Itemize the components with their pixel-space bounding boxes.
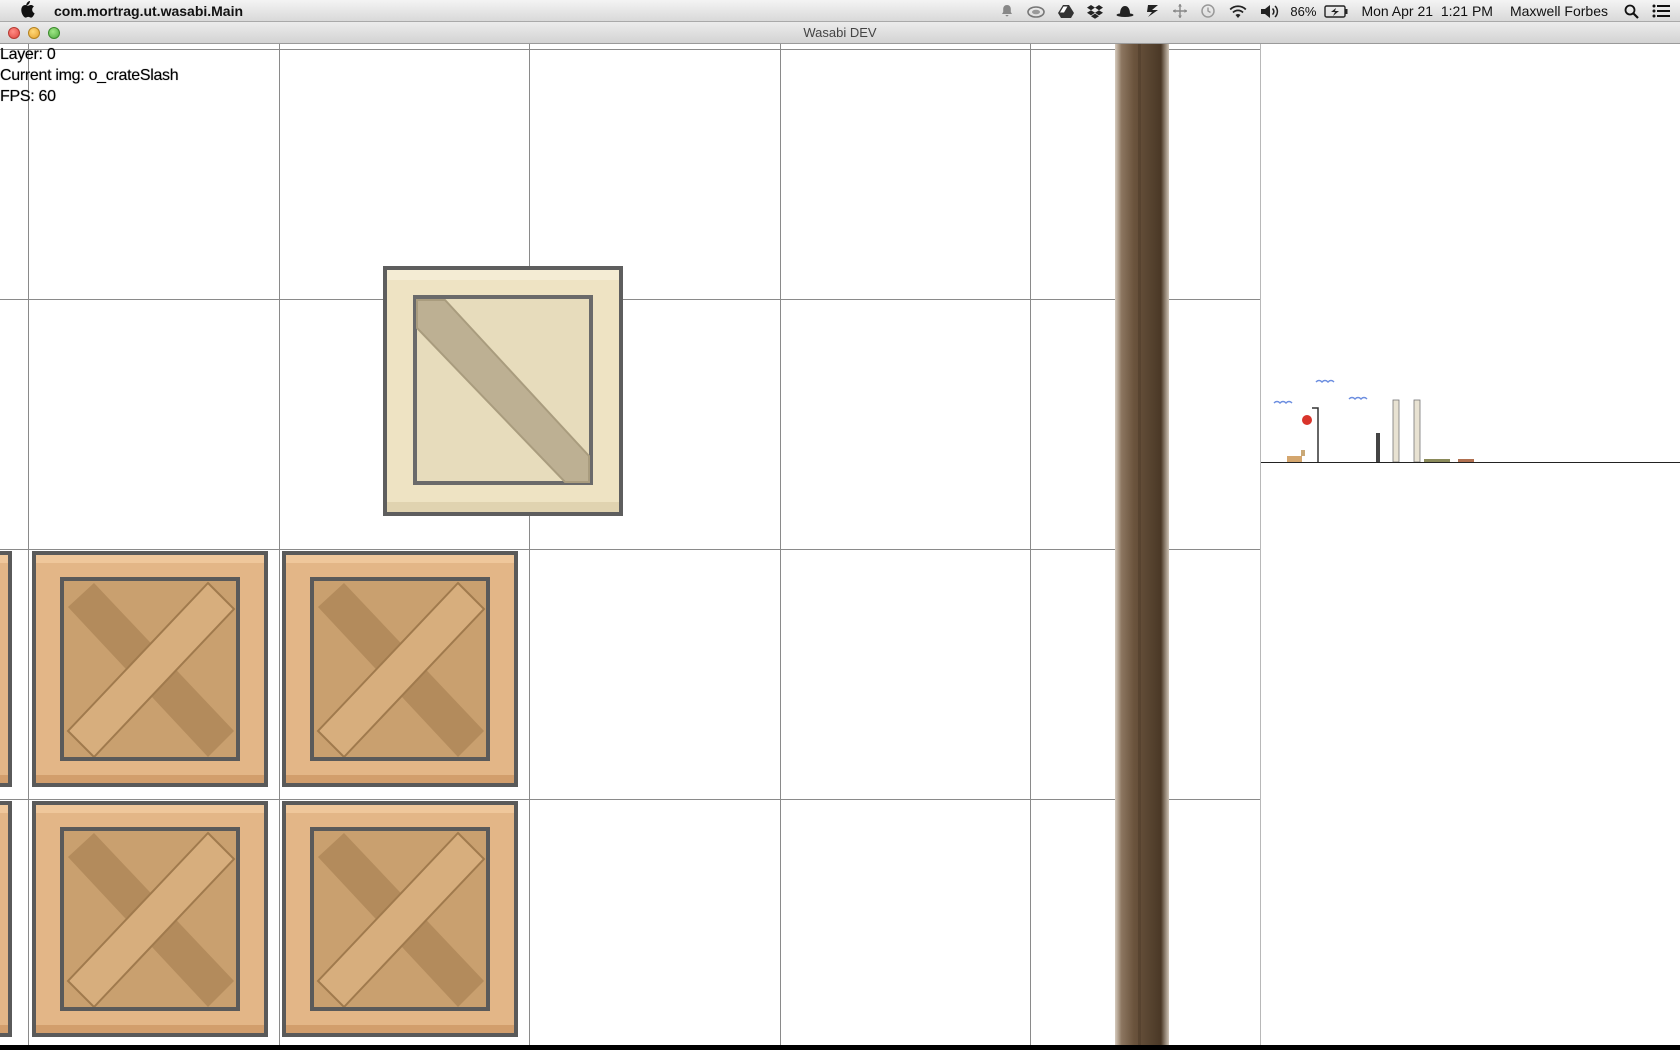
window-titlebar[interactable]: Wasabi DEV: [0, 22, 1680, 44]
hud-layer: Layer: 0: [0, 46, 56, 63]
lightning-icon[interactable]: [1140, 0, 1166, 22]
spotlight-icon[interactable]: [1615, 0, 1648, 22]
crate[interactable]: [32, 551, 268, 787]
crate[interactable]: [0, 801, 12, 1037]
move-icon[interactable]: [1166, 0, 1194, 22]
debug-hud: Layer: 0 Current img: o_crateSlash FPS: …: [0, 44, 179, 107]
wooden-post[interactable]: [1115, 44, 1169, 1045]
crate[interactable]: [282, 551, 518, 787]
level-view[interactable]: [0, 44, 1260, 1045]
app-name[interactable]: com.mortrag.ut.wasabi.Main: [54, 3, 243, 19]
time-machine-icon[interactable]: [1194, 0, 1222, 22]
minimap-pillars: [1376, 399, 1421, 463]
menubar-user[interactable]: Maxwell Forbes: [1500, 3, 1615, 19]
minimap-clouds: [1273, 379, 1368, 405]
wifi-icon[interactable]: [1222, 0, 1254, 22]
game-canvas[interactable]: Layer: 0 Current img: o_crateSlash FPS: …: [0, 44, 1260, 1045]
dropbox-icon[interactable]: [1080, 0, 1110, 22]
cloud-app-icon[interactable]: [1020, 0, 1052, 22]
menu-bar: com.mortrag.ut.wasabi.Main 86% Mon Apr 2…: [0, 0, 1680, 22]
volume-icon[interactable]: [1254, 0, 1286, 22]
crate[interactable]: [282, 801, 518, 1037]
battery-icon[interactable]: [1318, 0, 1354, 22]
crate-slash-preview[interactable]: [383, 266, 623, 516]
minimap-platforms: [1424, 459, 1474, 462]
notification-center-icon[interactable]: [1648, 0, 1680, 22]
menubar-clock[interactable]: Mon Apr 21 1:21 PM: [1354, 3, 1500, 19]
apple-icon[interactable]: [0, 0, 54, 22]
minimap[interactable]: [1260, 44, 1680, 1045]
battery-percent: 86%: [1290, 3, 1317, 19]
minimap-view: [1261, 379, 1680, 463]
hud-current-image: Current img: o_crateSlash: [0, 67, 179, 84]
google-drive-icon[interactable]: [1052, 0, 1080, 22]
window-title: Wasabi DEV: [803, 25, 877, 40]
window-bottom-edge: [0, 1045, 1680, 1050]
minimap-crates: [1287, 450, 1305, 462]
crate[interactable]: [32, 801, 268, 1037]
hud-fps: FPS: 60: [0, 88, 56, 105]
crate[interactable]: [0, 551, 12, 787]
notification-icon[interactable]: [994, 0, 1020, 22]
alfred-hat-icon[interactable]: [1110, 0, 1140, 22]
